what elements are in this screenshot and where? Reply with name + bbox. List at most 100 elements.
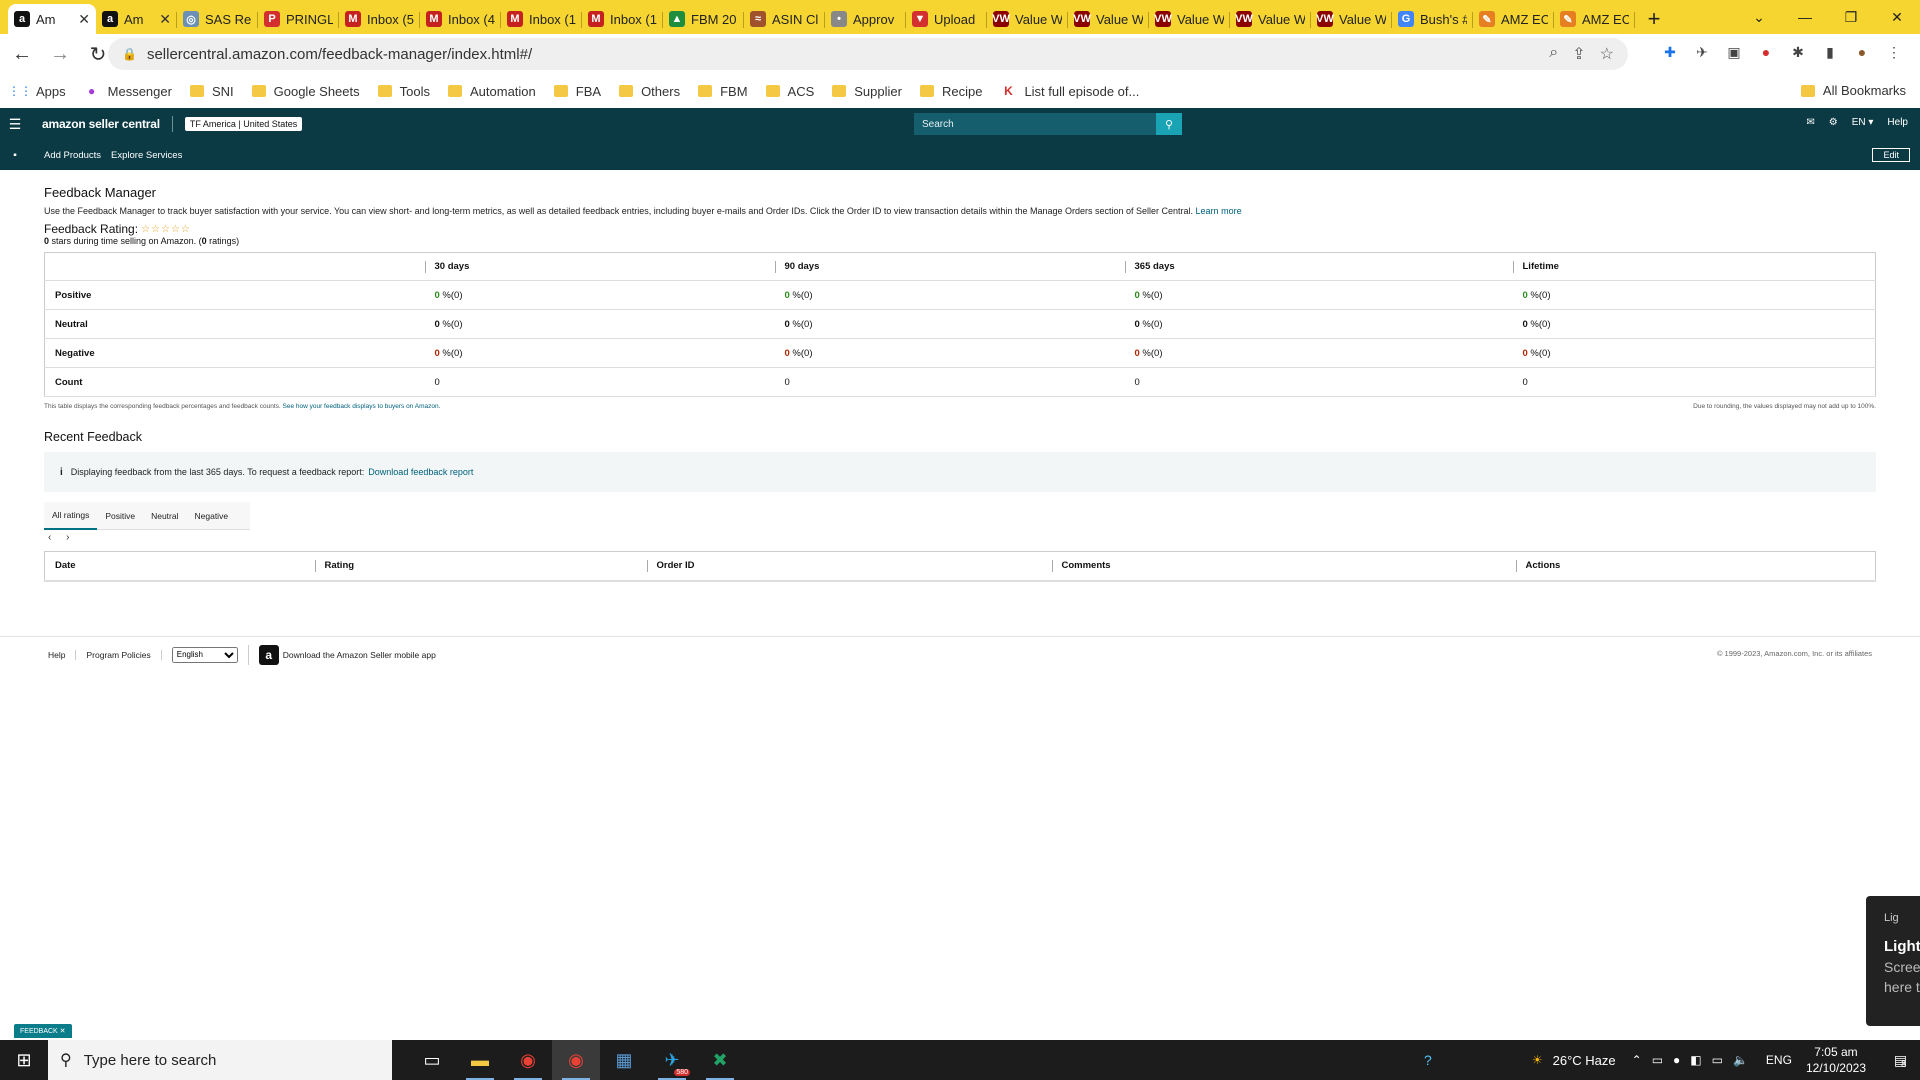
browser-tab[interactable]: ◎ SAS Re bbox=[177, 4, 258, 34]
clock[interactable]: 7:05 am 12/10/2023 bbox=[1806, 1044, 1866, 1076]
chrome-icon[interactable]: ◉ bbox=[504, 1040, 552, 1080]
bookmark-item[interactable]: K List full episode of... bbox=[1000, 83, 1139, 99]
extension-icon[interactable]: ▣ bbox=[1724, 42, 1744, 62]
bookmark-item[interactable]: Tools bbox=[377, 84, 430, 99]
feedback-tab-button[interactable]: FEEDBACK ✕ bbox=[14, 1024, 72, 1038]
col-rating[interactable]: Rating bbox=[314, 551, 647, 582]
menu-dots-icon[interactable]: ⋮ bbox=[1884, 42, 1904, 62]
forward-button[interactable]: → bbox=[44, 38, 76, 70]
chrome-profile-icon[interactable]: ◉ bbox=[552, 1040, 600, 1080]
bookmark-item[interactable]: FBA bbox=[553, 84, 601, 99]
bookmark-item[interactable]: Google Sheets bbox=[251, 84, 360, 99]
excel-icon[interactable]: ✖ bbox=[696, 1040, 744, 1080]
col-order-id[interactable]: Order ID bbox=[646, 551, 1052, 582]
mail-icon[interactable]: ✉ bbox=[1806, 117, 1814, 128]
mobile-app-link[interactable]: a Download the Amazon Seller mobile app bbox=[247, 644, 436, 665]
bookmark-item[interactable]: ⋮⋮ Apps bbox=[8, 83, 66, 99]
browser-tab[interactable]: • Approv bbox=[825, 4, 906, 34]
pagination-arrows[interactable]: ‹ › bbox=[44, 532, 1876, 543]
star-icon[interactable]: ☆ bbox=[1600, 44, 1614, 64]
browser-tab[interactable]: VW Value W bbox=[1230, 4, 1311, 34]
help-link[interactable]: Help bbox=[1887, 117, 1908, 128]
calculator-icon[interactable]: ▦ bbox=[600, 1040, 648, 1080]
camera-icon[interactable]: ◧ bbox=[1690, 1053, 1701, 1067]
battery-icon[interactable]: ▭ bbox=[1712, 1053, 1723, 1067]
browser-tab[interactable]: VW Value W bbox=[987, 4, 1068, 34]
browser-tab[interactable]: P PRINGL bbox=[258, 4, 339, 34]
bookmark-item[interactable]: Recipe bbox=[919, 84, 982, 99]
browser-tab[interactable]: ✎ AMZ EC bbox=[1554, 4, 1635, 34]
tab-close-icon[interactable]: ✕ bbox=[159, 11, 171, 28]
telegram-icon[interactable]: ✈ 580 bbox=[648, 1040, 696, 1080]
browser-tab[interactable]: M Inbox (4 bbox=[420, 4, 501, 34]
store-selector[interactable]: TF America | United States bbox=[184, 117, 303, 131]
restore-button[interactable]: ❐ bbox=[1828, 0, 1874, 34]
col-actions[interactable]: Actions bbox=[1515, 551, 1876, 582]
tab-search-icon[interactable]: ⌄ bbox=[1736, 0, 1782, 34]
tab-close-icon[interactable]: ✕ bbox=[78, 11, 90, 28]
col-date[interactable]: Date bbox=[44, 551, 315, 582]
browser-tab[interactable]: ≈ ASIN Cl bbox=[744, 4, 825, 34]
browser-tab[interactable]: M Inbox (1 bbox=[582, 4, 663, 34]
footer-policies-link[interactable]: Program Policies bbox=[86, 649, 162, 660]
browser-tab[interactable]: ✎ AMZ EC bbox=[1473, 4, 1554, 34]
bookmark-item[interactable]: FBM bbox=[698, 84, 748, 99]
nav-add-products[interactable]: Add Products bbox=[44, 150, 101, 161]
browser-tab[interactable]: M Inbox (1 bbox=[501, 4, 582, 34]
bookmark-item[interactable]: ACS bbox=[765, 84, 814, 99]
bookmark-item[interactable]: Automation bbox=[448, 84, 536, 99]
hamburger-menu-icon[interactable]: ☰ bbox=[0, 116, 30, 133]
task-view-icon[interactable]: ▭ bbox=[408, 1040, 456, 1080]
back-button[interactable]: ← bbox=[6, 38, 38, 70]
url-bar[interactable]: 🔒 sellercentral.amazon.com/feedback-mana… bbox=[108, 38, 1628, 70]
learn-more-link[interactable]: Learn more bbox=[1196, 206, 1242, 216]
footer-help-link[interactable]: Help bbox=[48, 649, 77, 660]
gear-icon[interactable]: ⚙ bbox=[1829, 117, 1838, 128]
browser-tab[interactable]: G Bush's # bbox=[1392, 4, 1473, 34]
windows-start-icon[interactable]: ⊞ bbox=[0, 1040, 48, 1080]
new-tab-button[interactable]: + bbox=[1639, 4, 1669, 34]
search-input[interactable]: Search bbox=[914, 119, 1156, 130]
browser-tab[interactable]: VW Value W bbox=[1311, 4, 1392, 34]
seller-central-logo[interactable]: amazon seller central bbox=[42, 117, 160, 131]
zoom-icon[interactable]: ⌕ bbox=[1549, 44, 1558, 64]
tab-all-ratings[interactable]: All ratings bbox=[44, 502, 98, 530]
extension-icon[interactable]: ✈ bbox=[1692, 42, 1712, 62]
browser-tab[interactable]: VW Value W bbox=[1149, 4, 1230, 34]
puzzle-icon[interactable]: ✱ bbox=[1788, 42, 1808, 62]
bookmark-item[interactable]: SNI bbox=[189, 84, 234, 99]
tab-negative[interactable]: Negative bbox=[187, 502, 237, 530]
onedrive-icon[interactable]: ● bbox=[1673, 1053, 1680, 1067]
browser-tab[interactable]: a Am ✕ bbox=[96, 4, 177, 34]
share-icon[interactable]: ⇪ bbox=[1572, 44, 1585, 64]
search-button[interactable]: ⚲ bbox=[1156, 113, 1182, 135]
browser-tab[interactable]: ▲ FBM 20 bbox=[663, 4, 744, 34]
language-selector[interactable]: EN ▾ bbox=[1852, 117, 1874, 128]
browser-tab[interactable]: ▼ Upload bbox=[906, 4, 987, 34]
close-window-button[interactable]: ✕ bbox=[1874, 0, 1920, 34]
extension-icon[interactable]: ✚ bbox=[1660, 42, 1680, 62]
col-comments[interactable]: Comments bbox=[1051, 551, 1516, 582]
language-dropdown[interactable]: English bbox=[171, 646, 238, 663]
side-popup-panel[interactable]: Lig Light Scree here t bbox=[1866, 896, 1920, 1026]
file-explorer-icon[interactable]: ▬ bbox=[456, 1040, 504, 1080]
input-language[interactable]: ENG bbox=[1766, 1053, 1792, 1067]
download-report-link[interactable]: Download feedback report bbox=[368, 467, 473, 477]
chevron-up-icon[interactable]: ⌃ bbox=[1632, 1053, 1642, 1067]
taskbar-search[interactable]: ⚲ Type here to search bbox=[48, 1040, 392, 1080]
browser-tab[interactable]: VW Value W bbox=[1068, 4, 1149, 34]
tab-positive[interactable]: Positive bbox=[97, 502, 143, 530]
profile-avatar[interactable]: ● bbox=[1852, 42, 1872, 62]
edit-nav-button[interactable]: Edit bbox=[1872, 148, 1910, 162]
help-icon[interactable]: ? bbox=[1424, 1052, 1432, 1068]
all-bookmarks[interactable]: All Bookmarks bbox=[1800, 83, 1906, 98]
bookmark-item[interactable]: Others bbox=[619, 84, 680, 99]
nav-explore-services[interactable]: Explore Services bbox=[111, 150, 182, 161]
bookmark-item[interactable]: Supplier bbox=[832, 84, 902, 99]
browser-tab[interactable]: a Am ✕ bbox=[8, 4, 96, 34]
network-icon[interactable]: ▭ bbox=[1652, 1053, 1663, 1067]
bookmark-item[interactable]: ● Messenger bbox=[84, 83, 172, 99]
opera-extension-icon[interactable]: ● bbox=[1756, 42, 1776, 62]
feedback-display-link[interactable]: See how your feedback displays to buyers… bbox=[283, 403, 441, 410]
volume-icon[interactable]: 🔈 bbox=[1733, 1053, 1748, 1067]
